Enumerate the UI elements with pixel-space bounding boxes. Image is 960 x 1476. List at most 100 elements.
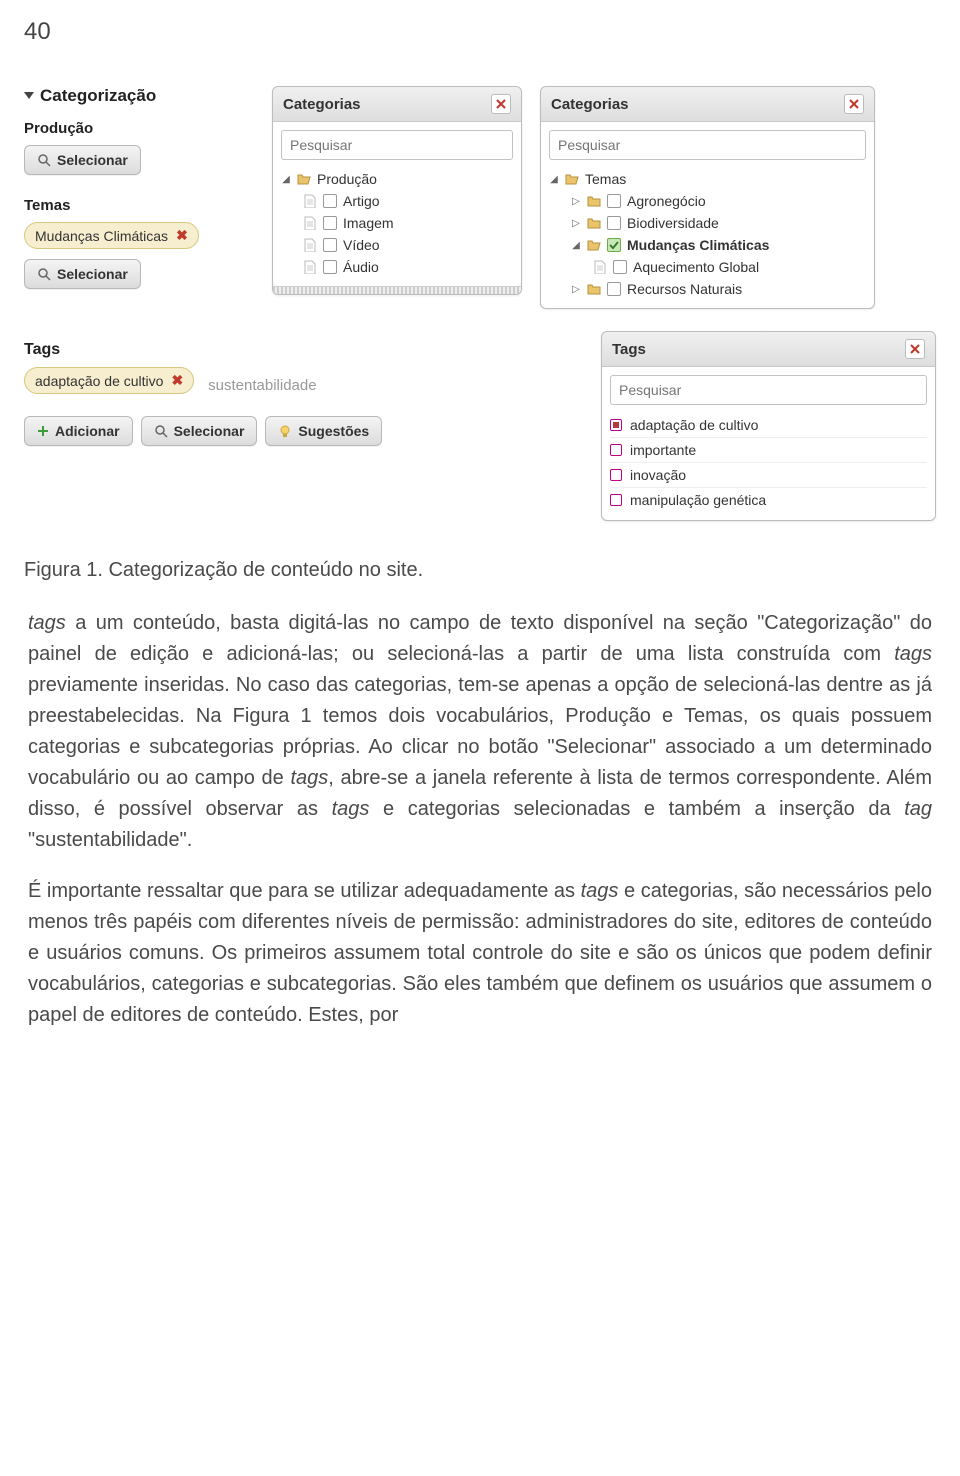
checkbox-checked[interactable] [610,419,622,431]
file-icon [593,260,607,274]
tag-option-manipulacao[interactable]: manipulação genética [610,487,927,512]
checkbox[interactable] [323,194,337,208]
tree-label: Aquecimento Global [633,259,759,275]
folder-open-icon [565,172,579,186]
search-input[interactable] [610,375,927,405]
tags-input-row: adaptação de cultivo ✖ sustentabilidade [24,367,524,404]
categorias-temas-panel: Categorias ◢ Temas ▷ [540,86,875,309]
btn-label: Sugestões [298,423,369,439]
folder-icon [587,216,601,230]
panel-title: Categorias [283,96,361,113]
tags-panel: Tags adaptação de cultivo importante [601,331,936,521]
selecionar-label: Selecionar [57,266,128,282]
file-icon [303,216,317,230]
expand-icon[interactable]: ◢ [549,174,559,185]
expand-icon[interactable]: ◢ [571,240,581,251]
tree-label: Imagem [343,215,394,231]
tree-item-agronegocio[interactable]: ▷ Agronegócio [549,190,866,212]
expand-icon[interactable]: ▷ [571,218,581,229]
bulb-icon [278,424,292,438]
tree-label: Artigo [343,193,380,209]
panel-header: Categorias [273,87,521,122]
tags-selecionar-button[interactable]: Selecionar [141,416,258,446]
categorization-title: Categorização [40,86,156,106]
tree-item-audio[interactable]: Áudio [281,256,513,278]
adicionar-button[interactable]: Adicionar [24,416,133,446]
tree-root-producao[interactable]: ◢ Produção [281,168,513,190]
file-icon [303,194,317,208]
remove-tema-icon[interactable]: ✖ [176,227,188,244]
categorization-title-row[interactable]: Categorização [24,86,254,106]
checkbox[interactable] [613,260,627,274]
search-icon [37,153,51,167]
producao-selecionar-button[interactable]: Selecionar [24,145,141,175]
tree-label: Áudio [343,259,379,275]
tree: ◢ Temas ▷ Agronegócio ▷ [549,168,866,300]
checkbox[interactable] [323,238,337,252]
tree-label: Vídeo [343,237,380,253]
search-input[interactable] [281,130,513,160]
figure-area: Categorização Produção Selecionar Temas … [0,86,960,535]
panel-title: Categorias [551,96,629,113]
tag-label: adaptação de cultivo [630,417,758,433]
tree-root-temas[interactable]: ◢ Temas [549,168,866,190]
remove-tag-icon[interactable]: ✖ [171,372,183,389]
expand-icon[interactable]: ◢ [281,174,291,185]
checkbox[interactable] [610,469,622,481]
folder-open-icon [297,172,311,186]
checkbox-checked[interactable] [607,238,621,252]
resize-handle[interactable] [273,286,521,294]
tree-label: Biodiversidade [627,215,719,231]
selected-tema-text: Mudanças Climáticas [35,228,168,244]
tag-option-importante[interactable]: importante [610,437,927,462]
checkbox[interactable] [607,194,621,208]
checkbox[interactable] [610,444,622,456]
tree-item-recursos[interactable]: ▷ Recursos Naturais [549,278,866,300]
selected-tag-pill[interactable]: adaptação de cultivo ✖ [24,367,194,394]
tags-input-ghost[interactable]: sustentabilidade [208,377,316,394]
sugestoes-button[interactable]: Sugestões [265,416,382,446]
checkbox[interactable] [607,216,621,230]
temas-selecionar-button[interactable]: Selecionar [24,259,141,289]
folder-icon [587,282,601,296]
tree-label: Agronegócio [627,193,706,209]
folder-icon [587,194,601,208]
folder-open-icon [587,238,601,252]
tree: ◢ Produção Artigo Imagem [281,168,513,278]
tree-item-video[interactable]: Vídeo [281,234,513,256]
tree-item-aquecimento[interactable]: Aquecimento Global [549,256,866,278]
selecionar-label: Selecionar [57,152,128,168]
panel-title: Tags [612,341,646,358]
search-icon [37,267,51,281]
selected-tema-pill[interactable]: Mudanças Climáticas ✖ [24,222,199,249]
tag-option-inovacao[interactable]: inovação [610,462,927,487]
checkbox[interactable] [610,494,622,506]
search-icon [154,424,168,438]
checkbox[interactable] [323,216,337,230]
tag-label: manipulação genética [630,492,766,508]
figure-caption: Figura 1. Categorização de conteúdo no s… [0,535,960,588]
file-icon [303,238,317,252]
close-button[interactable] [491,94,511,114]
tag-label: inovação [630,467,686,483]
expand-icon[interactable]: ▷ [571,284,581,295]
tree-item-biodiversidade[interactable]: ▷ Biodiversidade [549,212,866,234]
tree-item-imagem[interactable]: Imagem [281,212,513,234]
tree-label: Temas [585,171,626,187]
plus-icon [37,425,49,437]
checkbox[interactable] [607,282,621,296]
tree-label: Mudanças Climáticas [627,237,769,253]
close-button[interactable] [844,94,864,114]
tag-option-adaptacao[interactable]: adaptação de cultivo [610,413,927,437]
checkbox[interactable] [323,260,337,274]
search-input[interactable] [549,130,866,160]
tag-label: importante [630,442,696,458]
close-button[interactable] [905,339,925,359]
body-paragraph-2: É importante ressaltar que para se utili… [0,856,960,1031]
categorias-producao-panel: Categorias ◢ Produção A [272,86,522,295]
tags-label: Tags [24,341,524,359]
tree-item-artigo[interactable]: Artigo [281,190,513,212]
btn-label: Selecionar [174,423,245,439]
tree-item-mudancas[interactable]: ◢ Mudanças Climáticas [549,234,866,256]
expand-icon[interactable]: ▷ [571,196,581,207]
